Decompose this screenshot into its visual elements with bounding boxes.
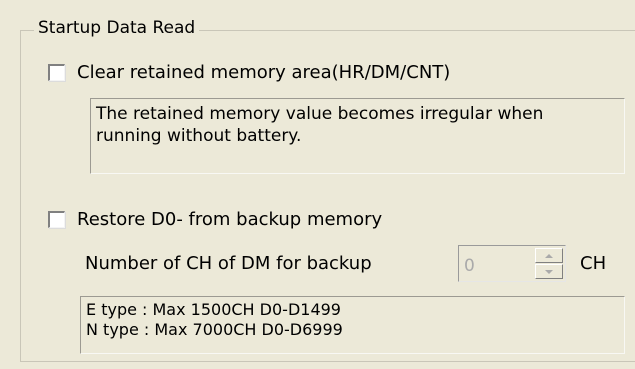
spin-down-button[interactable]: [535, 264, 563, 279]
group-title: Startup Data Read: [34, 18, 200, 38]
spin-up-button[interactable]: [535, 248, 563, 263]
retained-memory-note: The retained memory value becomes irregu…: [90, 98, 625, 174]
restore-backup-checkbox[interactable]: [48, 211, 65, 228]
spin-down-arrow-icon: [545, 269, 553, 274]
spin-up-arrow-icon: [545, 253, 553, 258]
clear-retained-memory-label[interactable]: Clear retained memory area(HR/DM/CNT): [77, 62, 450, 83]
backup-ch-count-input[interactable]: [461, 251, 536, 281]
backup-range-note: E type : Max 1500CH D0-D1499 N type : Ma…: [80, 296, 625, 354]
unit-label: CH: [580, 253, 607, 274]
backup-ch-count-spinner[interactable]: [458, 245, 566, 282]
restore-backup-option[interactable]: Restore D0- from backup memory: [48, 209, 382, 230]
restore-backup-label[interactable]: Restore D0- from backup memory: [77, 209, 382, 230]
clear-retained-memory-option[interactable]: Clear retained memory area(HR/DM/CNT): [48, 62, 450, 83]
clear-retained-memory-checkbox[interactable]: [48, 64, 65, 81]
backup-ch-count-label: Number of CH of DM for backup: [85, 253, 372, 274]
